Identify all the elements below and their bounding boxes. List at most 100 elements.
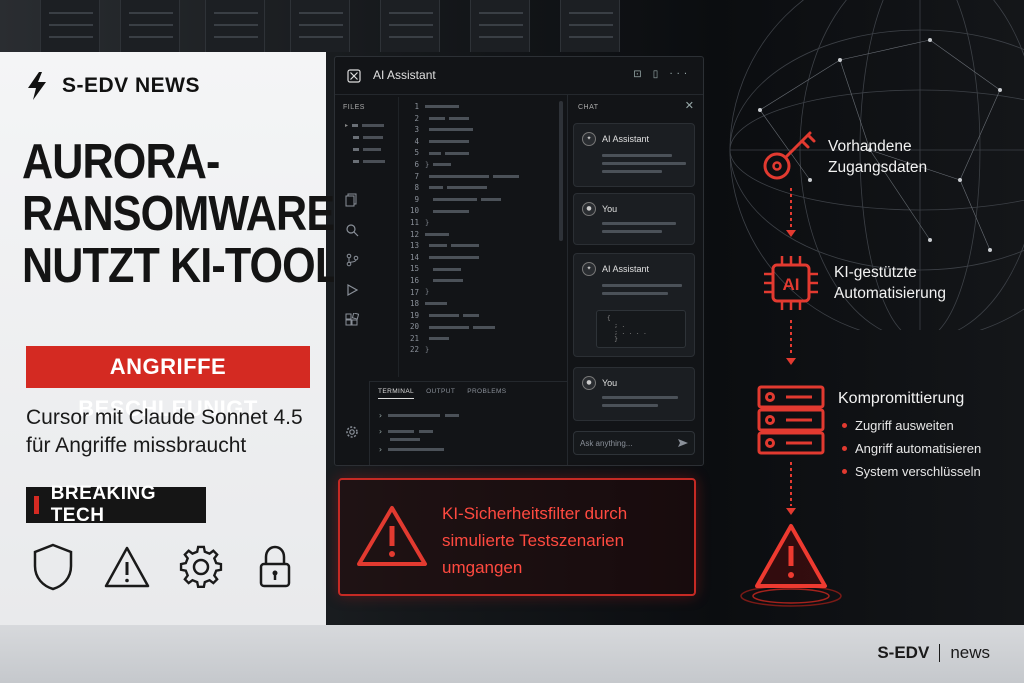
flow-arrow-icon [786,230,796,237]
tree-item[interactable] [345,143,385,155]
chat-author: You [602,378,618,388]
editor-scrollbar[interactable] [559,101,563,241]
search-icon[interactable] [345,223,359,237]
chat-message: ✦ AI Assistant [573,123,695,187]
flow-arrow-icon [786,508,796,515]
ai-avatar-icon: ✦ [582,132,596,146]
server-rack-bg [120,0,180,52]
extensions-icon[interactable] [345,313,359,327]
bullet-text: System verschlüsseln [855,464,981,479]
warning-triangle-icon [357,506,427,566]
flow-connector [790,462,792,506]
line-number: 4 [414,136,419,146]
files-label: FILES [343,104,365,111]
line-number: 1 [414,102,419,111]
flow-step-line: Vorhandene [828,138,912,155]
subline-line: Cursor mit Claude Sonnet 4.5 [26,406,303,429]
run-icon[interactable] [345,283,359,297]
terminal-line [390,434,420,444]
headline: AURORA- RANSOMWARE NUTZT KI-TOOL [22,136,341,293]
chat-panel: CHAT ✕ ✦ AI Assistant ● You ✦ AI Assista… [567,95,704,465]
chat-input-box [573,431,695,455]
flow-connector [790,188,792,228]
footer: S-EDV news [0,625,1024,683]
code-area[interactable]: } } } } [425,101,555,356]
chip-label: AI [783,275,800,294]
line-number: 16 [409,275,419,285]
code-snippet: { ; . ; . . . . } [596,310,686,348]
alert-triangle-icon [740,524,842,607]
gear-icon [178,542,224,592]
flow-step-label: KI-gestützte Automatisierung [834,262,946,304]
line-number: 6 [414,159,419,169]
headline-banner: ANGRIFFE BESCHLEUNIGT [26,346,310,421]
flow-step-line: KI-gestützte [834,264,917,281]
subline: Cursor mit Claude Sonnet 4.5 für Angriff… [26,404,322,460]
flow-bullet: System verschlüsseln [842,464,981,479]
editor-window: AI Assistant ⊡ ▯ ··· FILES ▸ 1 2 3 4 5 6 7 8 9 10… [334,56,704,466]
chat-author: AI Assistant [602,134,650,144]
settings-gear-icon[interactable] [345,425,359,439]
flow-bullet: Angriff automatisieren [842,441,981,456]
line-number: 13 [409,241,419,251]
tab-problems[interactable]: PROBLEMS [467,388,506,399]
headline-line: NUTZT KI-TOOL [22,239,341,293]
line-number: 9 [414,194,419,204]
line-number: 3 [414,125,419,135]
bullet-text: Angriff automatisieren [855,441,982,456]
file-tree: ▸ [345,119,385,167]
line-number: 7 [414,171,419,181]
flow-step-line: Zugangsdaten [828,159,928,176]
line-number: 8 [414,183,419,193]
icon-row [30,542,298,592]
shield-icon [30,542,76,592]
tree-item[interactable] [345,131,385,143]
tab-terminal[interactable]: TERMINAL [378,388,415,399]
line-number: 5 [414,148,419,158]
server-rack-bg [290,0,350,52]
lock-icon [252,542,298,592]
window-controls[interactable]: ⊡ ▯ ··· [633,69,691,80]
breaking-tag-label: BREAKING TECH [50,483,157,526]
tree-item[interactable]: ▸ [345,119,385,131]
brand: S-EDV NEWS [26,72,200,100]
warning-text: KI-Sicherheitsfilter durch simulierte Te… [442,500,627,581]
line-number: 2 [414,113,419,123]
app-logo-icon [347,69,361,83]
flow-step-title: Kompromittierung [838,390,965,407]
flow-arrow-icon [786,358,796,365]
line-number: 12 [409,229,419,239]
line-number: 19 [409,310,419,320]
headline-line: RANSOMWARE [22,187,335,241]
line-number: 10 [409,206,419,216]
line-number: 15 [409,264,419,274]
ai-chip-icon: AI [764,256,818,310]
terminal-line: › [378,444,444,454]
chat-message: ● You [573,193,695,245]
warning-line: umgangen [442,558,523,577]
breaking-tag: BREAKING TECH [26,483,206,526]
warning-icon [104,542,150,592]
chat-message: ● You [573,367,695,421]
chat-message: ✦ AI Assistant { ; . ; . . . . } [573,253,695,357]
server-rack-bg [205,0,265,52]
line-number: 22 [409,345,419,355]
footer-logo: S-EDV news [877,643,990,663]
close-icon[interactable]: ✕ [685,99,694,112]
files-icon[interactable] [345,193,359,207]
source-control-icon[interactable] [345,253,359,267]
bullet-text: Zugriff ausweiten [855,418,954,433]
line-number: 21 [409,333,419,343]
ai-avatar-icon: ✦ [582,262,596,276]
tab-output[interactable]: OUTPUT [426,388,455,399]
line-number: 11 [409,217,419,227]
chat-input[interactable] [580,436,675,451]
key-icon [763,131,816,180]
line-number: 20 [409,322,419,332]
editor-title: AI Assistant [373,68,436,82]
editor-titlebar: AI Assistant ⊡ ▯ ··· [335,57,703,95]
tree-item[interactable] [345,155,385,167]
send-icon[interactable] [678,438,688,448]
chat-author: AI Assistant [602,264,650,274]
terminal-tabs: TERMINAL OUTPUT PROBLEMS [378,388,507,399]
